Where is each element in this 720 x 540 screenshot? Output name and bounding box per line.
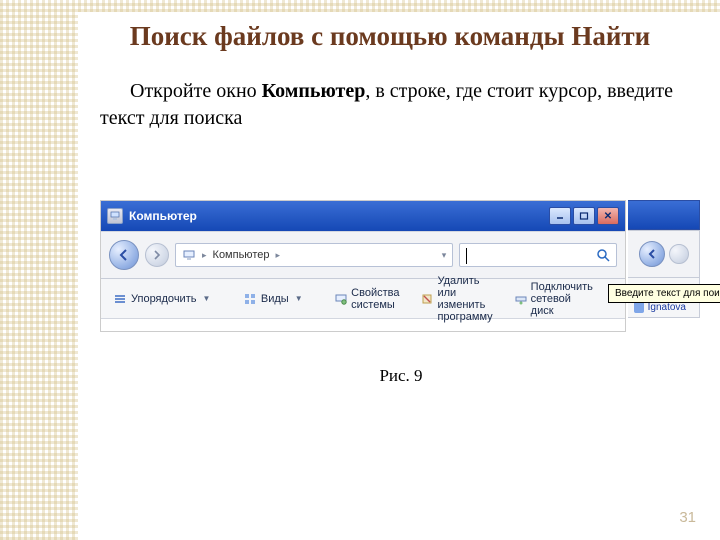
decorative-top-band (78, 0, 720, 12)
maximize-button[interactable] (573, 207, 595, 225)
figure-caption: Рис. 9 (100, 366, 702, 386)
nav-forward-button[interactable] (669, 244, 689, 264)
system-properties-icon (335, 292, 347, 306)
nav-back-button[interactable] (639, 241, 665, 267)
organize-button[interactable]: Упорядочить ▼ (109, 290, 214, 308)
minimize-button[interactable] (549, 207, 571, 225)
toolbar: Упорядочить ▼ Виды ▼ Свойства системы Уд… (101, 279, 625, 319)
breadcrumb-label: Компьютер (213, 249, 270, 261)
uninstall-program-button[interactable]: Удалить или изменить программу (417, 273, 498, 325)
search-tooltip: Введите текст для поиска в текущем отобр… (608, 284, 720, 303)
organize-label: Упорядочить (131, 293, 196, 305)
computer-icon (182, 248, 196, 262)
network-drive-icon (515, 292, 527, 306)
close-button[interactable]: ✕ (597, 207, 619, 225)
decorative-left-band (0, 0, 78, 540)
uninstall-label: Удалить или изменить программу (437, 275, 494, 323)
chevron-down-icon: ▼ (202, 294, 210, 303)
chevron-down-icon[interactable]: ▾ (442, 250, 447, 261)
chevron-right-icon: ▸ (275, 250, 280, 261)
uninstall-icon (421, 292, 433, 306)
search-icon (596, 248, 610, 262)
map-drive-label: Подключить сетевой диск (531, 281, 595, 317)
page-number: 31 (679, 509, 696, 526)
computer-icon (107, 208, 123, 224)
window-title: Компьютер (129, 209, 197, 223)
body-bold: Компьютер (262, 80, 366, 102)
address-row: ▸ Компьютер ▸ ▾ (101, 231, 625, 279)
organize-icon (113, 292, 127, 306)
search-input[interactable] (459, 243, 617, 267)
views-icon (243, 292, 257, 306)
nav-back-button[interactable] (109, 240, 139, 270)
right-panel-nav (628, 230, 700, 278)
views-label: Виды (261, 293, 289, 305)
system-properties-label: Свойства системы (351, 287, 401, 311)
views-button[interactable]: Виды ▼ (239, 290, 307, 308)
slide-heading: Поиск файлов с помощью команды Найти (100, 20, 680, 54)
breadcrumb-bar[interactable]: ▸ Компьютер ▸ ▾ (175, 243, 453, 267)
right-panel-titlebar (628, 200, 700, 230)
text-cursor (466, 248, 467, 264)
system-properties-button[interactable]: Свойства системы (331, 285, 405, 313)
chevron-down-icon: ▼ (295, 294, 303, 303)
window-titlebar: Компьютер ✕ (101, 201, 625, 231)
nav-forward-button[interactable] (145, 243, 169, 267)
embedded-screenshot: Компьютер ✕ ▸ Компьютер ▸ (100, 200, 702, 386)
map-network-drive-button[interactable]: Подключить сетевой диск (511, 279, 599, 319)
body-prefix: Откройте окно (130, 80, 262, 102)
chevron-right-icon: ▸ (202, 250, 207, 261)
slide-body: Откройте окно Компьютер, в строке, где с… (100, 78, 680, 132)
